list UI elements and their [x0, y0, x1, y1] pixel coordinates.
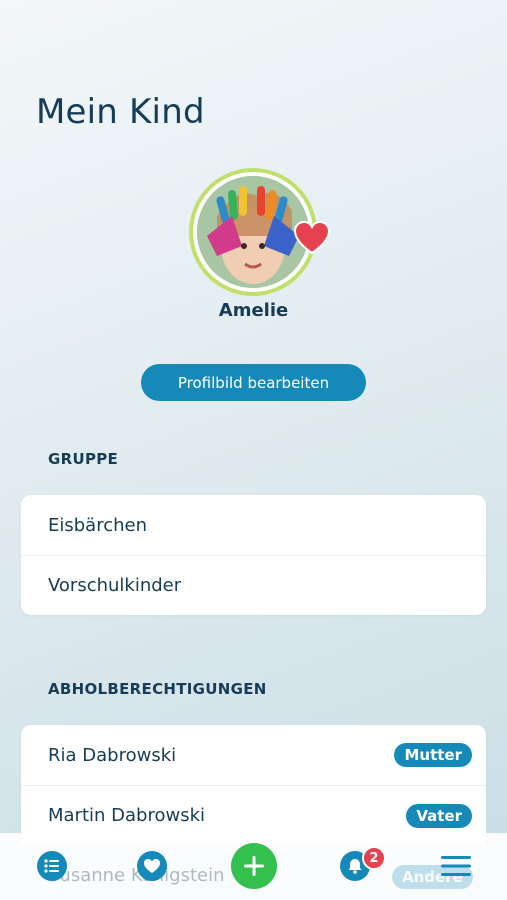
role-badge: Vater	[406, 803, 472, 828]
group-item-eisbaerchen[interactable]: Eisbärchen	[21, 495, 486, 555]
pickup-section-heading: ABHOLBERECHTIGUNGEN	[48, 680, 267, 698]
bottom-navigation: Susanne Königstein Andere 2	[0, 833, 507, 900]
edit-profile-picture-button[interactable]: Profilbild bearbeiten	[141, 364, 366, 401]
group-item-label: Vorschulkinder	[48, 575, 182, 596]
group-item-label: Eisbärchen	[48, 514, 147, 536]
hamburger-menu-icon[interactable]	[441, 853, 471, 879]
group-item-vorschulkinder[interactable]: Vorschulkinder	[21, 555, 486, 615]
heart-icon[interactable]	[137, 851, 167, 881]
list-icon[interactable]	[37, 851, 67, 881]
pickup-person-row[interactable]: Ria Dabrowski Mutter	[21, 725, 486, 785]
group-section-heading: GRUPPE	[48, 450, 119, 468]
child-avatar[interactable]	[189, 168, 331, 296]
notification-count-badge: 2	[362, 846, 386, 870]
pickup-list: Ria Dabrowski Mutter Martin Dabrowski Va…	[21, 725, 486, 845]
page-title: Mein Kind	[36, 92, 205, 132]
pickup-person-name: Ria Dabrowski	[48, 744, 177, 766]
plus-icon[interactable]	[231, 843, 277, 889]
heart-icon	[293, 220, 331, 255]
group-list: Eisbärchen Vorschulkinder	[21, 495, 486, 615]
role-badge: Mutter	[394, 743, 472, 767]
pickup-person-name: Martin Dabrowski	[48, 805, 206, 826]
child-name: Amelie	[218, 300, 289, 321]
